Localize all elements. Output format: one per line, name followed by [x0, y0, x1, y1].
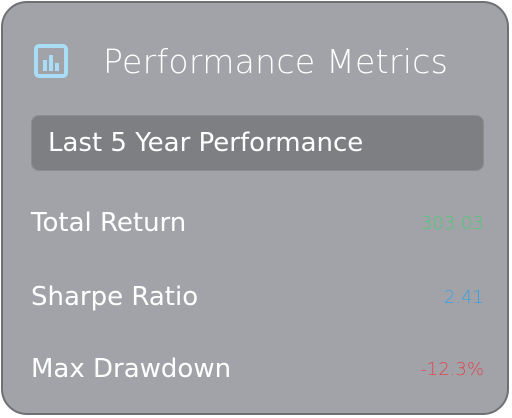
metric-value: 2.41: [443, 286, 484, 308]
metric-label: Max Drawdown: [31, 354, 232, 384]
bar-chart-icon: [33, 43, 69, 79]
metric-row-total-return: Total Return 303.03: [31, 203, 484, 243]
metric-label: Total Return: [31, 208, 187, 238]
metric-row-max-drawdown: Max Drawdown -12.3%: [31, 349, 484, 389]
metric-row-sharpe-ratio: Sharpe Ratio 2.41: [31, 277, 484, 317]
period-selector[interactable]: Last 5 Year Performance: [31, 115, 484, 171]
card-header: Performance Metrics: [33, 37, 448, 85]
metric-value: 303.03: [421, 212, 484, 234]
card-title: Performance Metrics: [103, 41, 449, 81]
performance-metrics-card: Performance Metrics Last 5 Year Performa…: [1, 1, 509, 415]
metric-value: -12.3%: [420, 358, 484, 380]
metric-label: Sharpe Ratio: [31, 282, 199, 312]
